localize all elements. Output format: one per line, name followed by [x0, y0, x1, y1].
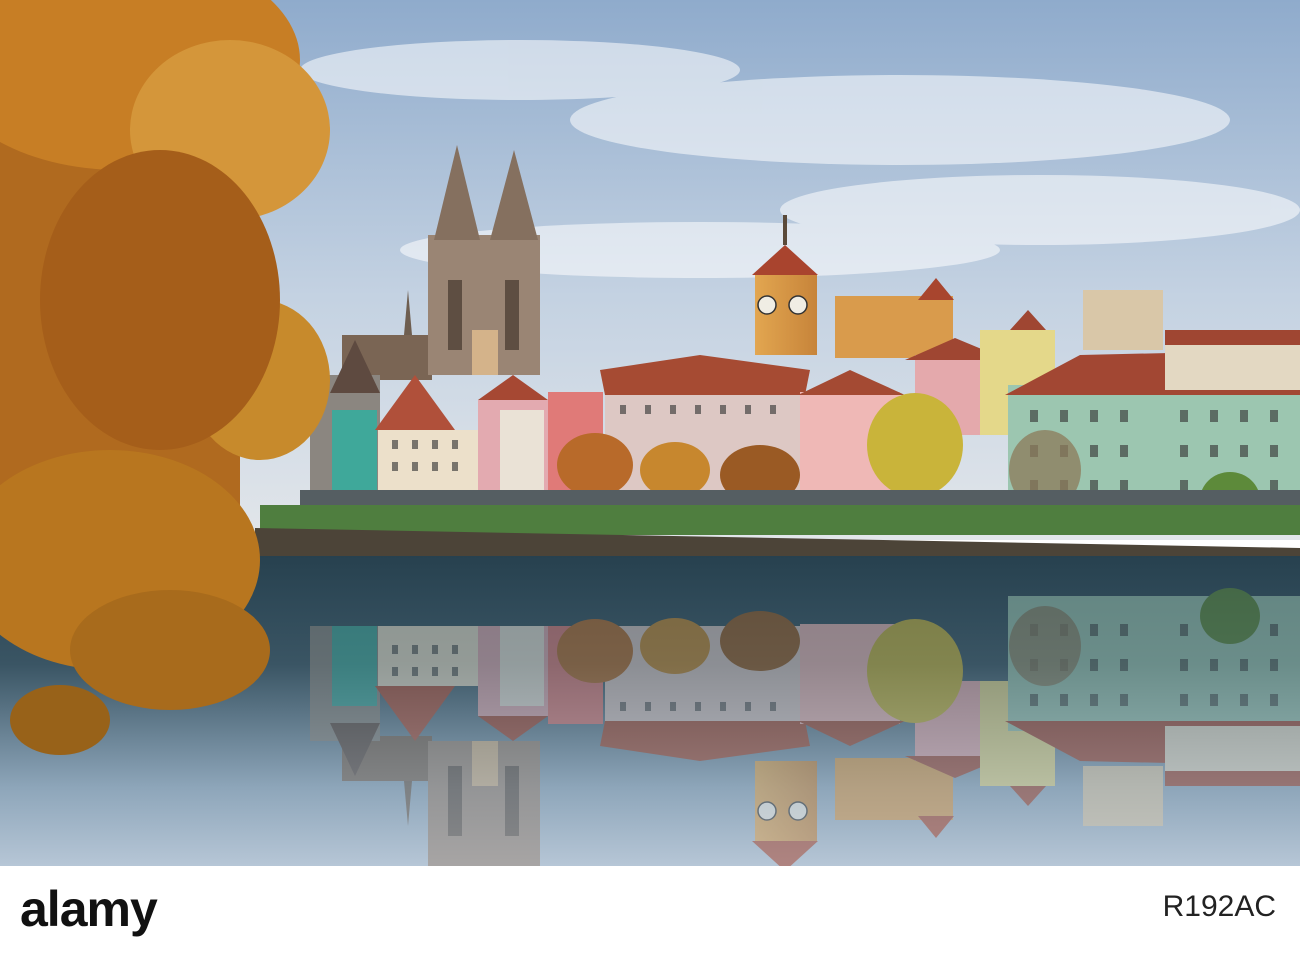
clock-face-right — [788, 295, 808, 315]
image-reference: R192AC — [1162, 890, 1276, 923]
stock-footer: alamy R192AC — [0, 866, 1300, 956]
photo-scene — [0, 0, 1300, 866]
alamy-logo: alamy — [20, 881, 158, 937]
clock-face-left — [757, 295, 777, 315]
grass-bank — [260, 505, 1300, 535]
